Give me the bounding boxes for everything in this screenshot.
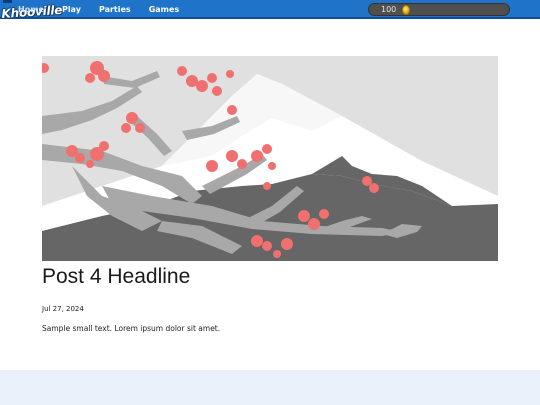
coin-icon [402, 4, 411, 15]
top-navigation-bar: Khooville Home Play Parties Games 100 [0, 0, 540, 21]
nav-games[interactable]: Games [149, 5, 180, 14]
nav-parties[interactable]: Parties [99, 5, 131, 14]
mountain-blossom-illustration-icon [42, 56, 498, 261]
nav-home[interactable]: Home [18, 5, 44, 14]
footer-band [0, 370, 540, 405]
main-nav: Home Play Parties Games [18, 0, 197, 19]
post-headline[interactable]: Post 4 Headline [42, 265, 190, 289]
post-featured-image [42, 56, 498, 261]
post-excerpt: Sample small text. Lorem ipsum dolor sit… [42, 324, 221, 333]
nav-play[interactable]: Play [62, 5, 81, 14]
logo-hat-icon [3, 0, 12, 3]
coin-balance-value: 100 [381, 5, 397, 14]
coin-balance: 100 [368, 3, 510, 16]
post-date: Jul 27, 2024 [42, 305, 84, 313]
